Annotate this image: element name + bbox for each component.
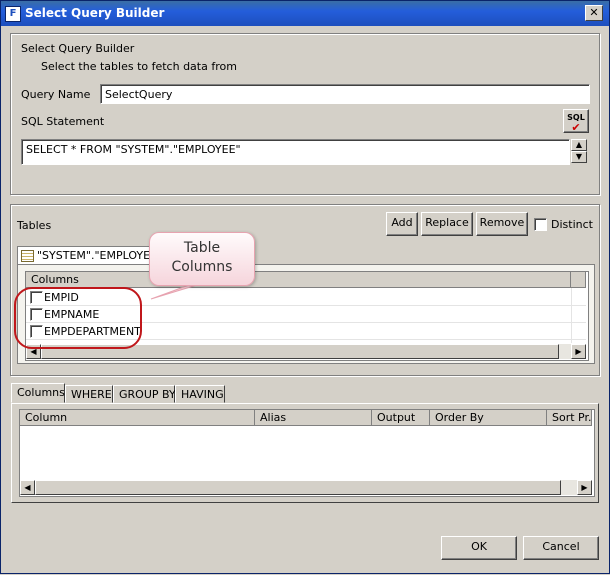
sql-statement-label: SQL Statement (21, 115, 105, 128)
sql-statement-input[interactable]: SELECT * FROM "SYSTEM"."EMPLOYEE" (21, 139, 570, 165)
grid-scroll-left-button[interactable]: ◀ (20, 480, 35, 495)
table-tab-label: "SYSTEM"."EMPLOYEE" (37, 249, 163, 262)
close-button[interactable]: ✕ (585, 5, 603, 21)
sql-scroll-down[interactable]: ▼ (571, 151, 587, 163)
query-name-input[interactable]: SelectQuery (100, 84, 590, 104)
grid-header-output: Output (372, 410, 430, 426)
cancel-button[interactable]: Cancel (523, 536, 599, 560)
grid-scroll-right-button[interactable]: ▶ (577, 480, 592, 495)
title-bar: F Select Query Builder ✕ (1, 1, 609, 26)
app-icon: F (5, 6, 21, 22)
tab-where[interactable]: WHERE (65, 385, 113, 403)
columns-col-divider (571, 288, 572, 343)
ok-button[interactable]: OK (441, 536, 517, 560)
callout-line-1: Table (183, 240, 221, 256)
query-builder-window: F Select Query Builder ✕ Select Query Bu… (0, 0, 610, 574)
columns-header-extra (571, 272, 586, 288)
replace-table-button[interactable]: Replace (421, 212, 473, 236)
tab-having[interactable]: HAVING (175, 385, 225, 403)
table-grid-icon (21, 250, 34, 262)
header-title: Select Query Builder (21, 42, 135, 55)
annotation-ellipse (14, 287, 142, 349)
grid-header-alias: Alias (255, 410, 372, 426)
sql-scroll-up[interactable]: ▲ (571, 139, 587, 151)
bottom-tabs: Columns WHERE GROUP BY HAVING (11, 383, 601, 405)
tables-label: Tables (17, 219, 52, 232)
distinct-checkbox[interactable] (534, 218, 547, 231)
tab-group-by[interactable]: GROUP BY (113, 385, 176, 403)
grid-header-column: Column (20, 410, 255, 426)
header-subtitle: Select the tables to fetch data from (41, 60, 237, 73)
remove-table-button[interactable]: Remove (476, 212, 528, 236)
sql-button[interactable]: SQL ✔ (563, 109, 589, 133)
sql-statement-value: SELECT * FROM "SYSTEM"."EMPLOYEE" (26, 143, 241, 156)
table-columns-callout: Table Columns (149, 232, 255, 286)
grid-header-sort-priority: Sort Pr... (547, 410, 592, 426)
checkmark-icon: ✔ (571, 121, 581, 134)
query-group (10, 33, 600, 195)
callout-line-2: Columns (171, 259, 233, 275)
query-name-label: Query Name (21, 88, 91, 101)
distinct-label: Distinct (551, 218, 593, 231)
window-title: Select Query Builder (25, 6, 165, 20)
columns-header: Columns (26, 272, 571, 288)
grid-header-order-by: Order By (430, 410, 547, 426)
tab-columns[interactable]: Columns (11, 383, 65, 403)
scroll-right-button[interactable]: ▶ (571, 344, 586, 359)
table-tab[interactable]: "SYSTEM"."EMPLOYEE" (17, 246, 162, 265)
query-name-value: SelectQuery (105, 88, 173, 101)
add-table-button[interactable]: Add (386, 212, 418, 236)
grid-scroll-thumb[interactable] (35, 480, 561, 495)
